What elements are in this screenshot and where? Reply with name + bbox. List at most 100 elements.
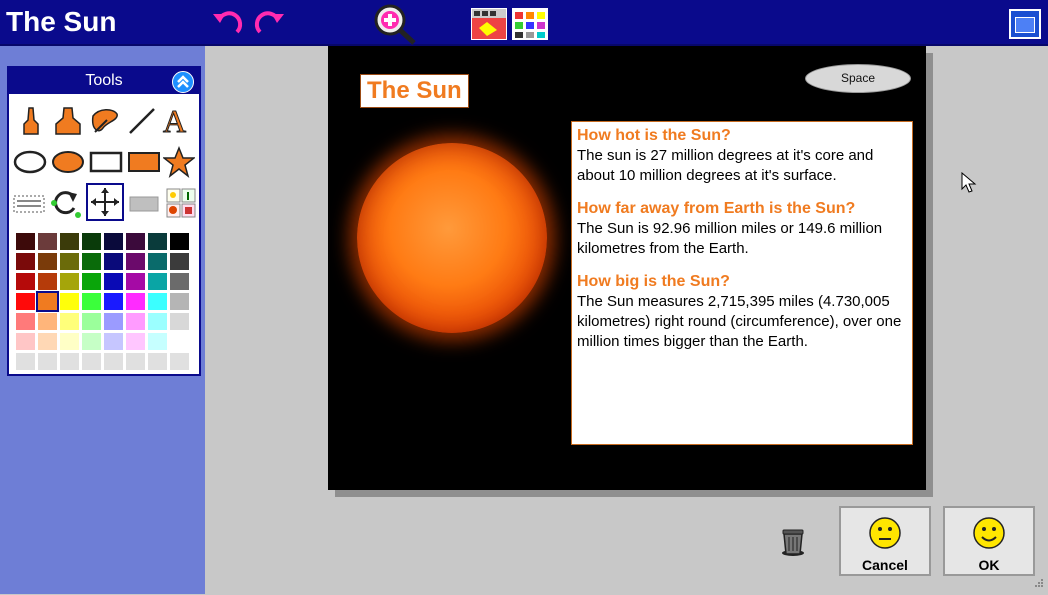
color-swatch[interactable] bbox=[104, 273, 123, 290]
color-swatch[interactable] bbox=[38, 313, 57, 330]
color-swatch[interactable] bbox=[148, 253, 167, 270]
color-swatch[interactable] bbox=[38, 233, 57, 250]
color-swatch[interactable] bbox=[16, 333, 35, 350]
ok-label: OK bbox=[978, 557, 1000, 573]
select-icon[interactable] bbox=[13, 194, 45, 219]
color-swatch[interactable] bbox=[60, 273, 79, 290]
text-icon[interactable]: A bbox=[161, 103, 193, 141]
color-swatch[interactable] bbox=[82, 313, 101, 330]
color-swatch[interactable] bbox=[60, 313, 79, 330]
svg-text:A: A bbox=[163, 104, 186, 136]
color-swatch[interactable] bbox=[16, 253, 35, 270]
color-swatch[interactable] bbox=[170, 293, 189, 310]
color-swatch[interactable] bbox=[104, 233, 123, 250]
color-swatch[interactable] bbox=[60, 333, 79, 350]
color-swatch[interactable] bbox=[16, 313, 35, 330]
color-swatch[interactable] bbox=[38, 253, 57, 270]
stamps-icon[interactable] bbox=[166, 188, 196, 223]
filled-ellipse-icon[interactable] bbox=[51, 150, 85, 179]
rectangle-icon[interactable] bbox=[89, 150, 123, 179]
smiley-icon bbox=[972, 517, 1006, 554]
marker-icon[interactable] bbox=[53, 106, 83, 141]
color-swatch[interactable] bbox=[126, 233, 145, 250]
ok-button[interactable]: OK bbox=[943, 506, 1035, 576]
question-heat: How hot is the Sun? bbox=[577, 127, 731, 144]
zoom-in-icon[interactable] bbox=[373, 3, 419, 52]
question-distance: How far away from Earth is the Sun? bbox=[577, 200, 856, 217]
color-swatch[interactable] bbox=[126, 273, 145, 290]
redo-icon[interactable] bbox=[252, 8, 286, 43]
color-swatch[interactable] bbox=[38, 353, 57, 370]
color-swatch[interactable] bbox=[148, 273, 167, 290]
color-swatch[interactable] bbox=[16, 273, 35, 290]
app-title: The Sun bbox=[6, 6, 117, 37]
filled-rectangle-icon[interactable] bbox=[127, 150, 161, 179]
color-swatch[interactable] bbox=[82, 273, 101, 290]
title-bar: The Sun bbox=[0, 0, 1048, 46]
color-swatch[interactable] bbox=[60, 253, 79, 270]
sun-image[interactable] bbox=[357, 143, 547, 333]
ellipse-icon[interactable] bbox=[13, 150, 47, 179]
rotate-icon[interactable] bbox=[49, 186, 83, 225]
eraser-icon[interactable] bbox=[89, 106, 121, 141]
palette-icon[interactable] bbox=[512, 8, 548, 40]
mouse-cursor-icon bbox=[961, 171, 977, 199]
collapse-icon[interactable] bbox=[172, 71, 194, 93]
color-swatch[interactable] bbox=[148, 233, 167, 250]
undo-icon[interactable] bbox=[211, 8, 245, 43]
color-swatch[interactable] bbox=[148, 353, 167, 370]
resize-grip-icon[interactable] bbox=[1030, 576, 1044, 590]
color-swatch[interactable] bbox=[82, 333, 101, 350]
color-swatch[interactable] bbox=[82, 233, 101, 250]
color-swatch[interactable] bbox=[82, 353, 101, 370]
info-textbox[interactable]: How hot is the Sun? The sun is 27 millio… bbox=[571, 121, 913, 445]
color-swatch[interactable] bbox=[104, 333, 123, 350]
page-title[interactable]: The Sun bbox=[360, 74, 469, 108]
color-swatch[interactable] bbox=[82, 253, 101, 270]
color-swatch[interactable] bbox=[170, 273, 189, 290]
color-swatch[interactable] bbox=[126, 333, 145, 350]
page-canvas[interactable]: The Sun Space How hot is the Sun? The su… bbox=[328, 46, 926, 490]
tools-panel: Tools A bbox=[7, 66, 201, 376]
color-swatch[interactable] bbox=[126, 313, 145, 330]
star-icon[interactable] bbox=[161, 145, 197, 183]
color-swatch[interactable] bbox=[170, 233, 189, 250]
color-swatch[interactable] bbox=[170, 333, 189, 350]
color-swatch[interactable] bbox=[104, 313, 123, 330]
color-swatch[interactable] bbox=[36, 291, 59, 312]
color-swatch[interactable] bbox=[60, 233, 79, 250]
color-swatch[interactable] bbox=[148, 333, 167, 350]
color-swatch[interactable] bbox=[16, 293, 35, 310]
color-swatch[interactable] bbox=[170, 313, 189, 330]
color-swatch[interactable] bbox=[60, 353, 79, 370]
window-icon[interactable] bbox=[1009, 9, 1041, 39]
color-swatch[interactable] bbox=[170, 253, 189, 270]
picture-icon[interactable] bbox=[471, 8, 507, 40]
color-swatch[interactable] bbox=[148, 293, 167, 310]
color-swatch[interactable] bbox=[170, 353, 189, 370]
color-swatch[interactable] bbox=[82, 293, 101, 310]
color-swatch[interactable] bbox=[148, 313, 167, 330]
color-swatch[interactable] bbox=[60, 293, 79, 310]
cancel-label: Cancel bbox=[862, 557, 908, 573]
line-icon[interactable] bbox=[127, 106, 157, 141]
cancel-button[interactable]: Cancel bbox=[839, 506, 931, 576]
color-swatch[interactable] bbox=[16, 353, 35, 370]
color-swatch[interactable] bbox=[126, 253, 145, 270]
color-swatch[interactable] bbox=[126, 293, 145, 310]
color-swatch[interactable] bbox=[38, 333, 57, 350]
color-swatch[interactable] bbox=[104, 253, 123, 270]
trash-icon[interactable] bbox=[780, 527, 806, 562]
color-swatch[interactable] bbox=[16, 233, 35, 250]
highlighter-icon[interactable] bbox=[19, 106, 43, 141]
neutral-face-icon bbox=[868, 517, 902, 554]
tools-title: Tools bbox=[85, 72, 123, 89]
space-label[interactable]: Space bbox=[805, 64, 911, 93]
move-icon[interactable] bbox=[86, 183, 124, 221]
color-swatch[interactable] bbox=[126, 353, 145, 370]
fill-icon[interactable] bbox=[129, 196, 159, 217]
color-swatch[interactable] bbox=[104, 293, 123, 310]
color-swatch[interactable] bbox=[104, 353, 123, 370]
question-size: How big is the Sun? bbox=[577, 273, 730, 290]
color-swatch[interactable] bbox=[38, 273, 57, 290]
